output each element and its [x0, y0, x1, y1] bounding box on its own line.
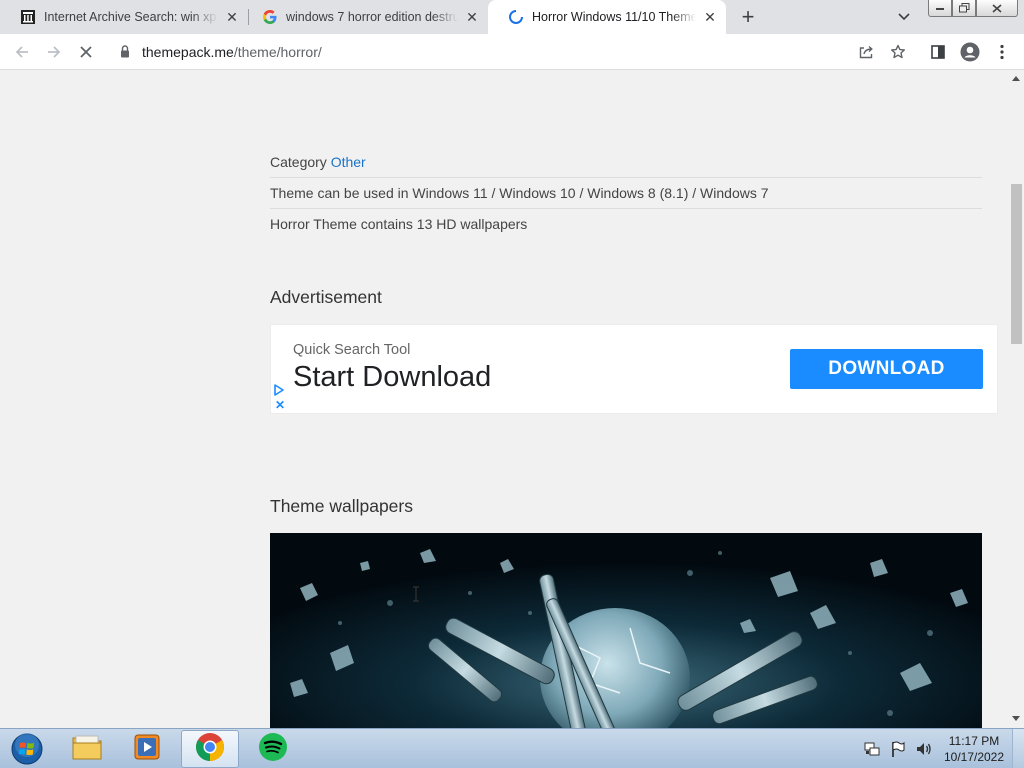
- close-tab-icon[interactable]: ✕: [224, 9, 240, 25]
- category-link[interactable]: Other: [331, 154, 366, 170]
- restore-button[interactable]: [952, 0, 976, 17]
- loading-spinner-icon: [508, 9, 524, 25]
- spotify-taskbar-button[interactable]: [244, 730, 302, 768]
- network-icon[interactable]: [862, 739, 882, 759]
- chrome-taskbar-button[interactable]: [181, 730, 239, 768]
- forward-arrow-icon[interactable]: [42, 40, 66, 64]
- system-tray: [862, 729, 940, 768]
- tab-internet-archive[interactable]: Internet Archive Search: win xp h ✕: [0, 0, 248, 34]
- clock-time: 11:17 PM: [948, 734, 1000, 748]
- clock-date: 10/17/2022: [943, 750, 1005, 764]
- scrollbar-thumb[interactable]: [1011, 184, 1022, 344]
- media-player-taskbar-button[interactable]: [118, 730, 176, 768]
- tab-title: Horror Windows 11/10 Theme -: [532, 10, 696, 24]
- show-desktop-button[interactable]: [1012, 729, 1024, 768]
- wallpapers-heading: Theme wallpapers: [270, 496, 413, 516]
- ad-close-icon[interactable]: ✕: [275, 398, 285, 412]
- ad-title[interactable]: Start Download: [293, 361, 491, 394]
- close-window-button[interactable]: [976, 0, 1018, 17]
- compatibility-row: Theme can be used in Windows 11 / Window…: [270, 185, 982, 209]
- advertisement-heading: Advertisement: [270, 287, 382, 307]
- bookmark-star-icon[interactable]: [886, 40, 910, 64]
- page-viewport: Category Other Theme can be used in Wind…: [0, 70, 1009, 728]
- scroll-down-arrow-icon[interactable]: [1012, 716, 1020, 721]
- tab-horror-theme[interactable]: Horror Windows 11/10 Theme - ✕: [488, 0, 726, 34]
- spotify-icon: [258, 732, 288, 767]
- url-path: /theme/horror/: [233, 44, 322, 60]
- address-bar[interactable]: themepack.me/theme/horror/: [106, 37, 926, 67]
- ad-subtitle: Quick Search Tool: [293, 342, 411, 358]
- ad-download-button[interactable]: DOWNLOAD: [790, 349, 983, 389]
- close-tab-icon[interactable]: ✕: [702, 9, 718, 25]
- google-icon: [262, 9, 278, 25]
- share-icon[interactable]: [854, 40, 878, 64]
- media-player-icon: [132, 733, 162, 766]
- tab-google-search[interactable]: windows 7 horror edition destruc ✕: [242, 0, 488, 34]
- advertisement-banner[interactable]: Quick Search Tool Start Download DOWNLOA…: [270, 324, 998, 414]
- tab-search-chevron-icon[interactable]: [894, 8, 914, 26]
- category-row: Category Other: [270, 154, 982, 178]
- wallpaper-preview-image[interactable]: [270, 533, 982, 728]
- chrome-icon: [194, 731, 226, 768]
- new-tab-button[interactable]: +: [736, 4, 760, 29]
- stop-loading-icon[interactable]: [74, 40, 98, 64]
- tab-title: Internet Archive Search: win xp h: [44, 10, 218, 24]
- minimize-button[interactable]: [928, 0, 952, 17]
- text-cursor-icon: [412, 586, 420, 607]
- back-arrow-icon[interactable]: [10, 40, 34, 64]
- file-explorer-taskbar-button[interactable]: [58, 730, 116, 768]
- volume-icon[interactable]: [914, 739, 934, 759]
- profile-avatar-icon[interactable]: [958, 40, 982, 64]
- contents-row: Horror Theme contains 13 HD wallpapers: [270, 216, 982, 240]
- browser-toolbar: themepack.me/theme/horror/: [0, 34, 1024, 70]
- screen: Internet Archive Search: win xp h ✕ wind…: [0, 0, 1024, 768]
- tab-strip: Internet Archive Search: win xp h ✕ wind…: [0, 0, 1024, 34]
- windows-taskbar: 11:17 PM 10/17/2022: [0, 728, 1024, 768]
- scroll-up-arrow-icon[interactable]: [1012, 76, 1020, 81]
- side-panel-icon[interactable]: [926, 40, 950, 64]
- url-domain: themepack.me: [142, 44, 234, 60]
- internet-archive-icon: [20, 9, 36, 25]
- category-label: Category: [270, 154, 327, 170]
- action-center-flag-icon[interactable]: [888, 739, 908, 759]
- folder-icon: [71, 733, 103, 766]
- taskbar-clock[interactable]: 11:17 PM 10/17/2022: [938, 733, 1010, 765]
- close-tab-icon[interactable]: ✕: [464, 9, 480, 25]
- start-button[interactable]: [0, 730, 54, 768]
- contents-text: Horror Theme contains 13 HD wallpapers: [270, 216, 528, 232]
- tab-title: windows 7 horror edition destruc: [286, 10, 458, 24]
- menu-kebab-icon[interactable]: [990, 40, 1014, 64]
- lock-icon: [120, 45, 130, 63]
- compatibility-text: Theme can be used in Windows 11 / Window…: [270, 185, 769, 201]
- url-text: themepack.me/theme/horror/: [142, 44, 322, 60]
- vertical-scrollbar[interactable]: [1009, 70, 1024, 728]
